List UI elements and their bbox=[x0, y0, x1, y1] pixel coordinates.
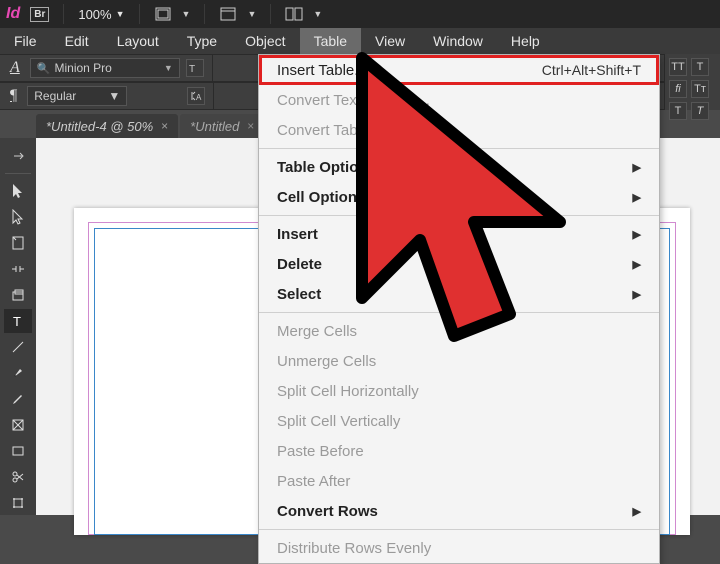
menu-table[interactable]: Table bbox=[300, 28, 361, 54]
menu-file[interactable]: File bbox=[0, 28, 51, 54]
menu-edit[interactable]: Edit bbox=[51, 28, 103, 54]
menu-item-distribute-rows-evenly: Distribute Rows Evenly bbox=[259, 533, 659, 563]
right-control-cluster: TT T fi Tᴛ T T bbox=[664, 54, 720, 110]
svg-text:T: T bbox=[13, 314, 21, 328]
menubar: FileEditLayoutTypeObjectTableViewWindowH… bbox=[0, 28, 720, 54]
superscript-icon[interactable]: T bbox=[691, 58, 709, 76]
chevron-right-icon: ▶ bbox=[633, 191, 641, 204]
menu-item-convert-table: Convert Table bbox=[259, 115, 659, 145]
menu-item-split-cell-vertically: Split Cell Vertically bbox=[259, 406, 659, 436]
document-tab[interactable]: *Untitled× bbox=[180, 114, 264, 138]
font-family-dropdown[interactable]: 🔍 Minion Pro ▼ bbox=[30, 58, 180, 78]
direct-selection-tool[interactable] bbox=[4, 205, 32, 229]
pencil-tool[interactable] bbox=[4, 387, 32, 411]
menu-item-select[interactable]: Select▶ bbox=[259, 279, 659, 309]
free-transform-tool[interactable] bbox=[4, 491, 32, 515]
content-collector-tool[interactable] bbox=[4, 283, 32, 307]
subscript-icon[interactable]: T bbox=[669, 102, 687, 120]
scissors-tool[interactable] bbox=[4, 465, 32, 489]
menu-view[interactable]: View bbox=[361, 28, 419, 54]
menu-item-paste-before: Paste Before bbox=[259, 436, 659, 466]
character-formatting-icon[interactable]: A bbox=[6, 59, 24, 77]
menu-item-cell-options[interactable]: Cell Options▶ bbox=[259, 182, 659, 212]
collapse-panel-icon[interactable] bbox=[4, 144, 32, 168]
arrange-documents-icon[interactable] bbox=[285, 5, 303, 23]
chevron-down-icon: ▼ bbox=[108, 89, 120, 103]
paragraph-formatting-icon[interactable]: ¶ bbox=[6, 87, 21, 105]
leading-icon[interactable]: A bbox=[187, 87, 205, 105]
menu-item-insert-table[interactable]: Insert Table...Ctrl+Alt+Shift+T bbox=[259, 55, 659, 85]
screen-mode-icon[interactable] bbox=[219, 5, 237, 23]
svg-text:A: A bbox=[196, 93, 202, 102]
menu-item-convert-text-to-table: Convert Text to Table... bbox=[259, 85, 659, 115]
app-titlebar: Id Br 100% ▼ ▼ ▼ ▼ bbox=[0, 0, 720, 28]
menu-layout[interactable]: Layout bbox=[103, 28, 173, 54]
menu-item-unmerge-cells: Unmerge Cells bbox=[259, 346, 659, 376]
line-tool[interactable] bbox=[4, 335, 32, 359]
menu-item-insert[interactable]: Insert▶ bbox=[259, 219, 659, 249]
table-menu-dropdown: Insert Table...Ctrl+Alt+Shift+TConvert T… bbox=[258, 54, 660, 564]
selection-tool[interactable] bbox=[4, 179, 32, 203]
font-size-icon[interactable]: T bbox=[186, 59, 204, 77]
menu-item-delete[interactable]: Delete▶ bbox=[259, 249, 659, 279]
search-icon: 🔍 bbox=[37, 62, 51, 75]
tools-panel: T bbox=[0, 138, 36, 515]
document-tab[interactable]: *Untitled-4 @ 50%× bbox=[36, 114, 178, 138]
pen-tool[interactable] bbox=[4, 361, 32, 385]
menu-item-convert-rows[interactable]: Convert Rows▶ bbox=[259, 496, 659, 526]
italic-icon[interactable]: T bbox=[691, 102, 709, 120]
rectangle-tool[interactable] bbox=[4, 439, 32, 463]
chevron-right-icon: ▶ bbox=[633, 228, 641, 241]
menu-object[interactable]: Object bbox=[231, 28, 299, 54]
menu-item-paste-after: Paste After bbox=[259, 466, 659, 496]
chevron-right-icon: ▶ bbox=[633, 288, 641, 301]
rectangle-frame-tool[interactable] bbox=[4, 413, 32, 437]
gap-tool[interactable] bbox=[4, 257, 32, 281]
close-tab-icon[interactable]: × bbox=[161, 119, 168, 133]
zoom-level[interactable]: 100% ▼ bbox=[78, 7, 124, 22]
menu-window[interactable]: Window bbox=[419, 28, 497, 54]
ligature-icon[interactable]: fi bbox=[669, 80, 687, 98]
chevron-right-icon: ▶ bbox=[633, 505, 641, 518]
menu-type[interactable]: Type bbox=[173, 28, 231, 54]
font-style-dropdown[interactable]: Regular ▼ bbox=[27, 86, 127, 106]
type-tool[interactable]: T bbox=[4, 309, 32, 333]
menu-help[interactable]: Help bbox=[497, 28, 554, 54]
view-options-icon[interactable] bbox=[154, 5, 172, 23]
chevron-right-icon: ▶ bbox=[633, 161, 641, 174]
chevron-down-icon: ▼ bbox=[164, 63, 173, 73]
menu-item-split-cell-horizontally: Split Cell Horizontally bbox=[259, 376, 659, 406]
menu-item-merge-cells: Merge Cells bbox=[259, 316, 659, 346]
all-caps-icon[interactable]: TT bbox=[669, 58, 687, 76]
small-caps-icon[interactable]: Tᴛ bbox=[691, 80, 709, 98]
bridge-logo[interactable]: Br bbox=[30, 7, 49, 22]
svg-text:T: T bbox=[189, 64, 195, 74]
menu-item-table-options[interactable]: Table Options▶ bbox=[259, 152, 659, 182]
close-tab-icon[interactable]: × bbox=[247, 119, 254, 133]
chevron-right-icon: ▶ bbox=[633, 258, 641, 271]
page-tool[interactable] bbox=[4, 231, 32, 255]
app-logo-id: Id bbox=[6, 5, 20, 23]
